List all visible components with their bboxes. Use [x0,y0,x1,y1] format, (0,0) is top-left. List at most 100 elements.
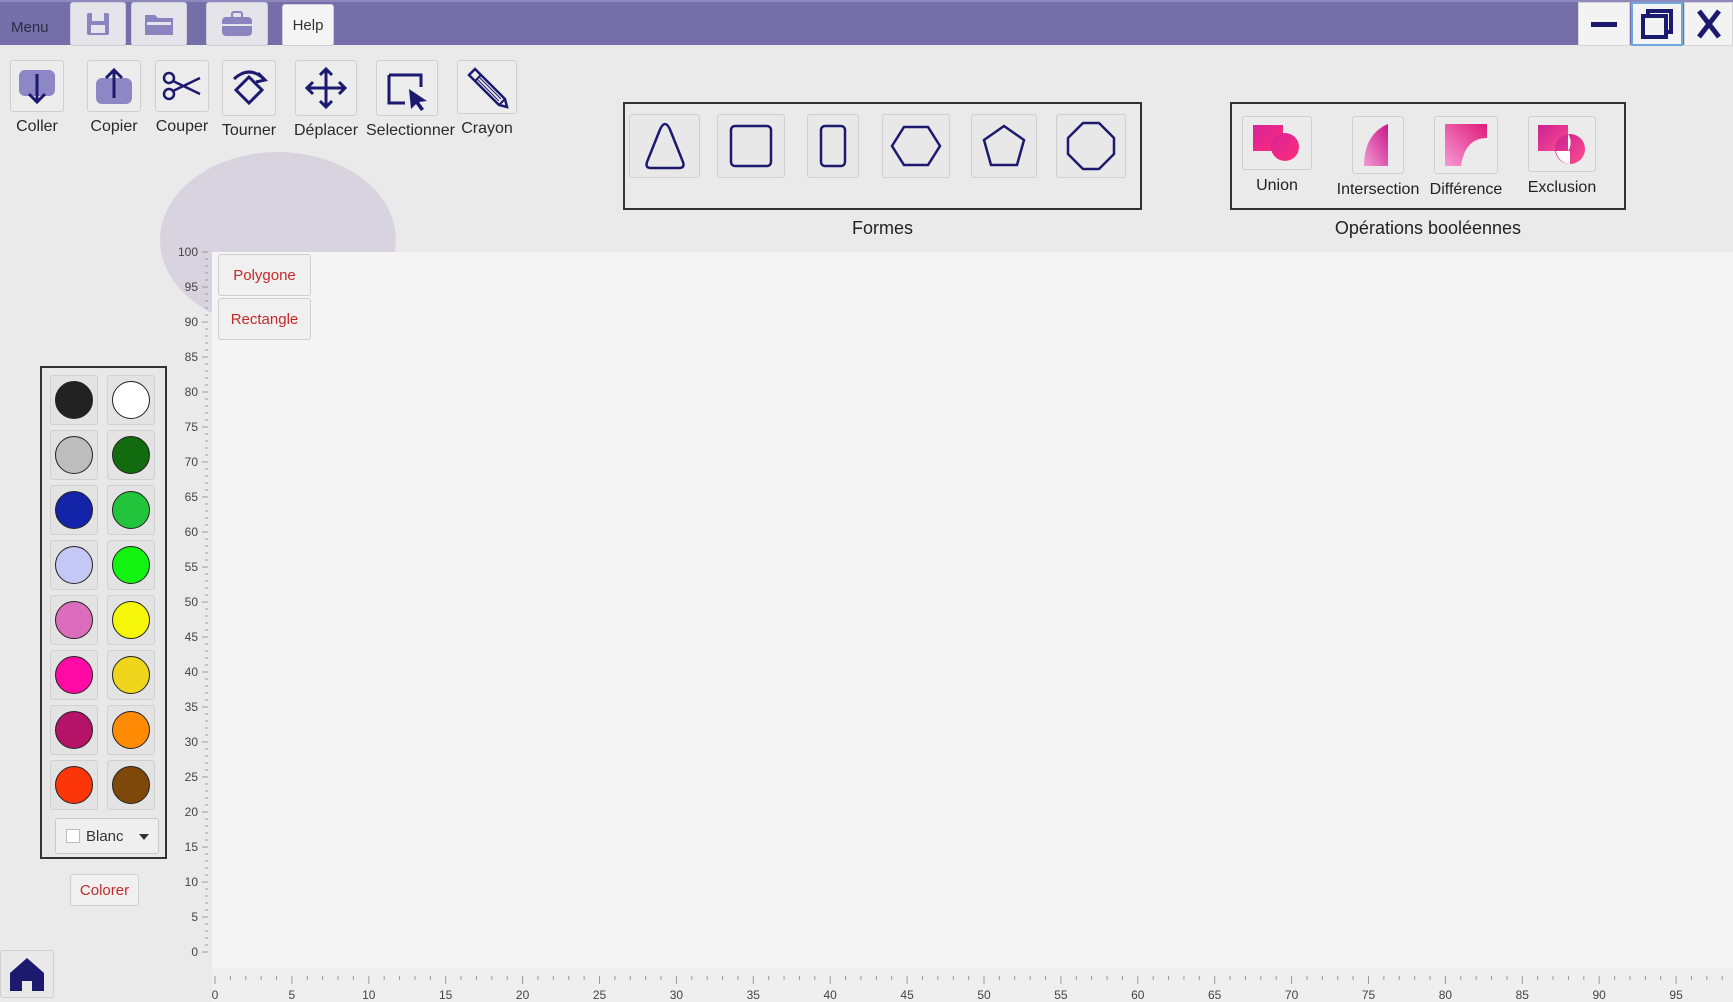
open-folder-button[interactable] [131,2,187,46]
color-swatch-button[interactable] [50,430,98,480]
color-swatch-button[interactable] [50,650,98,700]
scissors-icon [162,71,201,101]
exclusion-icon-box[interactable] [1528,116,1596,172]
shapes-group [623,102,1142,210]
polygon-button[interactable]: Polygone [218,254,311,296]
copy-tool[interactable]: Copier [82,60,146,136]
minimize-button[interactable] [1578,2,1630,46]
union-button[interactable]: Union [1242,116,1312,195]
difference-button[interactable]: Différence [1426,116,1506,199]
color-swatch-button[interactable] [50,485,98,535]
union-icon-box[interactable] [1242,116,1312,170]
y-ruler-label: 30 [184,735,198,749]
x-ruler-label: 5 [288,988,296,1002]
color-swatch [55,546,93,584]
color-swatch [112,711,150,749]
difference-icon-box[interactable] [1434,116,1498,174]
rectangle-button[interactable] [807,114,859,178]
square-button[interactable] [717,114,785,178]
rectangle-icon [819,124,847,168]
apply-color-button[interactable]: Colorer [70,874,139,906]
home-button[interactable] [0,950,54,998]
y-ruler-label: 75 [184,420,198,434]
intersection-label: Intersection [1336,181,1420,198]
y-ruler-label: 5 [191,910,198,924]
pencil-label: Crayon [461,120,513,137]
move-label: Déplacer [293,122,359,139]
color-swatch-button[interactable] [50,540,98,590]
color-swatch-button[interactable] [50,375,98,425]
color-select[interactable]: Blanc [55,818,159,854]
y-ruler-label: 95 [184,280,198,294]
x-ruler-label: 25 [592,988,607,1002]
copy-tool-button[interactable] [87,60,141,112]
exclusion-button[interactable]: Exclusion [1522,116,1602,197]
chevron-down-icon [139,834,149,840]
octagon-button[interactable] [1056,114,1126,178]
rotate-icon [232,70,268,106]
color-swatch-button[interactable] [107,760,155,810]
intersection-icon [1364,124,1388,166]
restore-button[interactable] [1631,2,1683,46]
y-ruler-label: 20 [184,805,198,819]
intersection-button[interactable]: Intersection [1328,116,1428,199]
color-swatch-button[interactable] [50,595,98,645]
color-swatch-button[interactable] [107,485,155,535]
select-tool[interactable]: Selectionner [366,60,455,140]
exclusion-icon [1538,125,1585,164]
x-ruler-label: 60 [1131,988,1145,1002]
rotate-tool-button[interactable] [222,60,276,116]
y-ruler-label: 25 [184,770,198,784]
intersection-icon-box[interactable] [1352,116,1404,174]
rectangle-shape-button[interactable]: Rectangle [218,298,311,340]
pentagon-button[interactable] [971,114,1037,178]
difference-icon [1445,124,1487,166]
briefcase-button[interactable] [206,2,268,46]
hexagon-button[interactable] [882,114,950,178]
help-button[interactable]: Help [282,4,334,46]
color-swatch [112,656,150,694]
x-ruler-label: 40 [823,988,837,1002]
save-button[interactable] [70,2,126,46]
paste-tool-button[interactable] [10,60,64,112]
color-swatch [112,766,150,804]
y-ruler-label: 90 [184,315,198,329]
menu-button[interactable]: Menu [11,19,49,36]
move-tool[interactable]: Déplacer [293,60,359,140]
boolean-operations-group: Union Intersection Différence Exclusion [1230,102,1626,210]
y-ruler-label: 0 [191,945,198,959]
cut-label: Couper [155,118,209,135]
color-swatch-button[interactable] [107,595,155,645]
copy-label: Copier [90,118,138,135]
x-ruler-label: 15 [439,988,453,1002]
square-icon [729,124,773,168]
y-ruler-label: 40 [184,665,198,679]
pencil-tool-button[interactable] [457,60,517,114]
y-ruler-label: 80 [184,385,198,399]
cut-tool-button[interactable] [155,60,209,112]
color-swatch [55,491,93,529]
color-swatch-button[interactable] [107,375,155,425]
color-swatch-button[interactable] [107,650,155,700]
union-icon [1253,125,1299,161]
color-swatch-button[interactable] [50,760,98,810]
cut-tool[interactable]: Couper [153,60,211,136]
move-tool-button[interactable] [295,60,357,116]
drawing-canvas[interactable] [212,252,1733,968]
color-swatch-button[interactable] [107,430,155,480]
triangle-button[interactable] [629,114,700,178]
x-ruler-label: 90 [1592,988,1606,1002]
paste-tool[interactable]: Coller [5,60,69,136]
color-swatch-button[interactable] [50,705,98,755]
y-ruler-label: 100 [177,245,198,259]
color-swatch [55,766,93,804]
y-ruler-label: 45 [184,630,198,644]
select-tool-button[interactable] [376,60,438,116]
rotate-tool[interactable]: Tourner [218,60,280,140]
close-button[interactable] [1684,2,1733,46]
color-swatch [55,381,93,419]
color-swatch [112,381,150,419]
color-swatch-button[interactable] [107,705,155,755]
pencil-tool[interactable]: Crayon [456,60,518,138]
color-swatch-button[interactable] [107,540,155,590]
